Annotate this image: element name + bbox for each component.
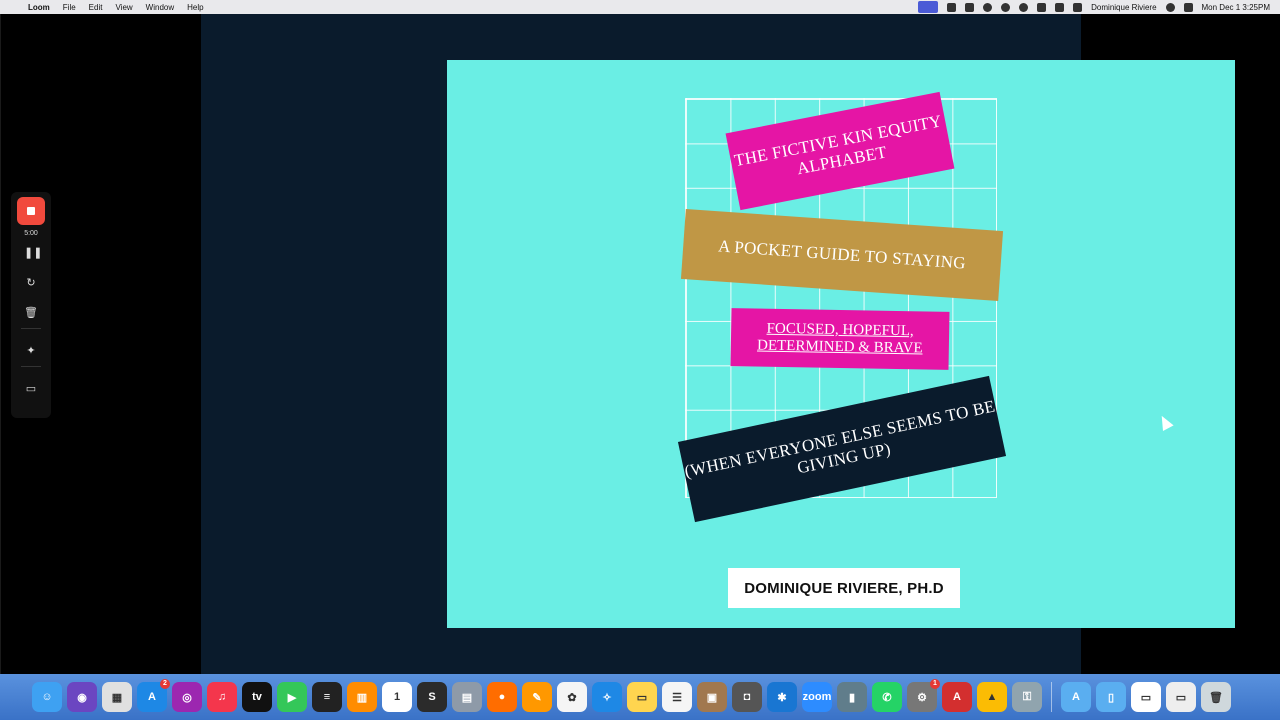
menu-edit[interactable]: Edit — [89, 3, 103, 12]
tv-icon[interactable]: tv — [242, 682, 272, 712]
zoom-icon[interactable]: zoom — [802, 682, 832, 712]
restart-icon[interactable]: ↻ — [24, 276, 38, 290]
music-icon[interactable]: ♫ — [207, 682, 237, 712]
subtitle-text: A POCKET GUIDE TO STAYING — [717, 236, 967, 273]
clock[interactable]: Mon Dec 1 3:25PM — [1202, 3, 1270, 12]
book-cover-slide: THE FICTIVE KIN EQUITY ALPHABET A POCKET… — [447, 60, 1235, 628]
scrivener-icon[interactable]: S — [417, 682, 447, 712]
screenshot-thumb-icon[interactable]: ▭ — [1131, 682, 1161, 712]
notes-icon[interactable]: ▭ — [627, 682, 657, 712]
trash-icon[interactable]: 🗑 — [24, 306, 38, 320]
screen-share-icon[interactable] — [918, 1, 939, 13]
books-icon[interactable]: ▥ — [347, 682, 377, 712]
reminders-icon[interactable]: ☰ — [662, 682, 692, 712]
loom-tray-icon[interactable] — [947, 2, 957, 12]
launchpad-icon[interactable]: ▦ — [102, 682, 132, 712]
documents-folder-icon[interactable]: ▯ — [1096, 682, 1126, 712]
menu-file[interactable]: File — [63, 3, 76, 12]
wifi-icon[interactable] — [1073, 2, 1083, 12]
google-drive-icon[interactable]: ▲ — [977, 682, 1007, 712]
facetime-icon[interactable]: ▶ — [277, 682, 307, 712]
preview-icon[interactable]: ▤ — [452, 682, 482, 712]
camera-icon[interactable]: ▭ — [24, 382, 38, 396]
menu-help[interactable]: Help — [187, 3, 203, 12]
pause-icon[interactable]: ❚❚ — [24, 246, 42, 260]
menu-view[interactable]: View — [115, 3, 132, 12]
trash-icon[interactable]: 🗑 — [1201, 682, 1231, 712]
time-machine-icon[interactable] — [1019, 2, 1029, 12]
calendar-icon[interactable]: 1 — [382, 682, 412, 712]
whatsapp-icon[interactable]: ✆ — [872, 682, 902, 712]
finder-icon[interactable]: ☺ — [32, 682, 62, 712]
headphones-icon[interactable] — [1037, 2, 1047, 12]
dock-divider — [1051, 682, 1052, 712]
bluetooth-icon[interactable] — [1055, 2, 1065, 12]
podcasts-icon[interactable]: ◎ — [172, 682, 202, 712]
app-menu: Loom File Edit View Window Help — [28, 3, 217, 12]
divider — [21, 366, 41, 367]
moon-icon[interactable] — [1001, 2, 1011, 12]
siri-icon[interactable]: ◉ — [67, 682, 97, 712]
dock: ☺ ◉ ▦ A 2 ◎ ♫ tv ▶ ≡ ▥ 1 S ▤ ● ✎ ✿ ✧ ▭ ☰ ▣ ◘ ✱ zoom ▮ ✆ ⚙ 1 A ▲ ⚿ A ▯ ▭ ▭ 🗑 — [0, 674, 1280, 720]
circle-a-icon[interactable] — [983, 2, 993, 12]
system-preferences-icon[interactable]: ⚙ 1 — [907, 679, 940, 712]
firefox-icon[interactable]: ● — [487, 682, 517, 712]
screenshot-thumb-2-icon[interactable]: ▭ — [1166, 682, 1196, 712]
author-label: DOMINIQUE RIVIERE, PH.D — [728, 568, 960, 608]
menu-bar: Loom File Edit View Window Help Dominiqu… — [0, 0, 1280, 14]
safari-icon[interactable]: ✧ — [592, 682, 622, 712]
slide-backdrop: THE FICTIVE KIN EQUITY ALPHABET A POCKET… — [201, 14, 1235, 674]
photos-icon[interactable]: ✿ — [557, 682, 587, 712]
notification-badge: 1 — [930, 679, 940, 689]
applications-folder-icon[interactable]: A — [1061, 682, 1091, 712]
notification-badge: 2 — [160, 679, 170, 689]
loom-recording-controls: 5:00 ❚❚ ↻ 🗑 ✦ ▭ — [11, 192, 51, 418]
qualities-text: FOCUSED, HOPEFUL, DETERMINED & BRAVE — [756, 320, 923, 357]
stop-recording-button[interactable] — [17, 197, 45, 225]
confetti-icon[interactable]: ✦ — [24, 344, 38, 358]
recording-timer: 5:00 — [24, 230, 38, 237]
keychain-icon[interactable]: ⚿ — [1012, 682, 1042, 712]
user-name[interactable]: Dominique Riviere — [1091, 3, 1156, 12]
archive-icon[interactable]: ▣ — [697, 682, 727, 712]
app-store-icon[interactable]: A2 — [137, 679, 170, 712]
menu-window[interactable]: Window — [146, 3, 174, 12]
search-icon[interactable] — [1165, 2, 1175, 12]
voice-memos-icon[interactable]: ≡ — [312, 682, 342, 712]
menu-app-name[interactable]: Loom — [28, 3, 50, 12]
remote-icon[interactable]: ▮ — [837, 682, 867, 712]
cast-icon[interactable] — [965, 2, 975, 12]
qualities-band: FOCUSED, HOPEFUL, DETERMINED & BRAVE — [730, 308, 950, 370]
divider — [21, 328, 41, 329]
control-center-icon[interactable] — [1183, 2, 1193, 12]
pages-icon[interactable]: ✎ — [522, 682, 552, 712]
status-tray: Dominique Riviere Mon Dec 1 3:25PM — [918, 0, 1270, 14]
acrobat-icon[interactable]: A — [942, 682, 972, 712]
screen-stage: THE FICTIVE KIN EQUITY ALPHABET A POCKET… — [0, 14, 1280, 674]
screenshot-icon[interactable]: ◘ — [732, 682, 762, 712]
settings-blue-icon[interactable]: ✱ — [767, 682, 797, 712]
